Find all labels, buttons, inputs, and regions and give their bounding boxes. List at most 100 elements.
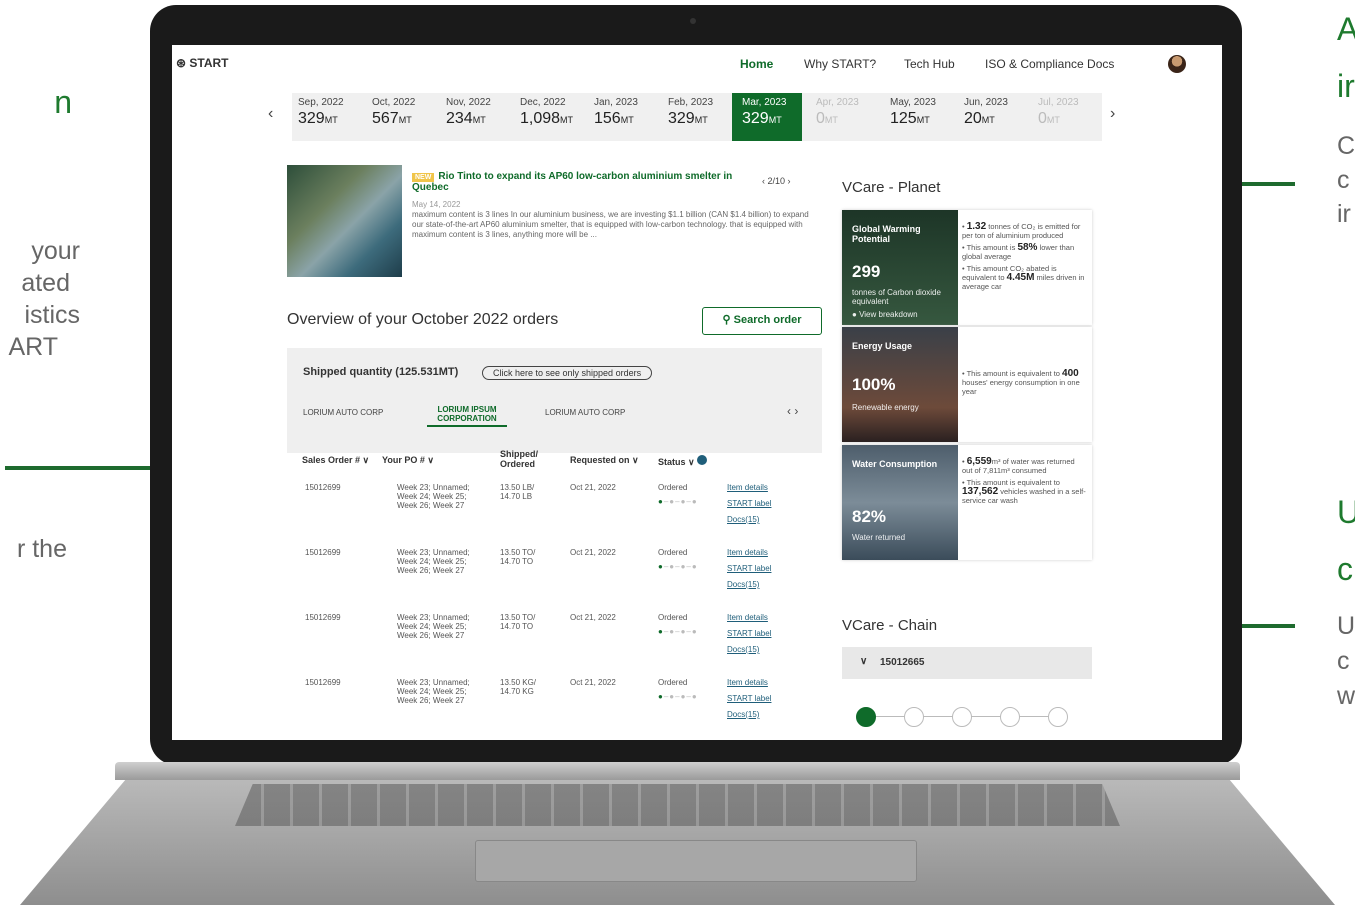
nav-why-start[interactable]: Why START? bbox=[804, 57, 876, 71]
top-nav: ⊛ START Home Why START? Tech Hub ISO & C… bbox=[172, 45, 1222, 85]
news-title[interactable]: NEW Rio Tinto to expand its AP60 low-carb… bbox=[412, 171, 752, 193]
left-annotation-line-3: istics bbox=[24, 301, 80, 329]
search-order-label: Search order bbox=[733, 314, 802, 326]
col-status[interactable]: Status ∨ bbox=[658, 455, 708, 468]
gwp-point-1: • 1.32 tonnes of CO₂ is emitted for per … bbox=[962, 221, 1081, 241]
touchpad bbox=[475, 840, 917, 882]
vcare-planet-title: VCare - Planet bbox=[842, 179, 941, 196]
col-requested[interactable]: Requested on ∨ bbox=[570, 455, 639, 466]
month-tile[interactable]: Jul, 2023 0MT bbox=[1038, 97, 1104, 137]
gwp-heading: Global Warming Potential bbox=[852, 224, 921, 244]
docs-link[interactable]: Docs(15) bbox=[727, 645, 759, 654]
news-title-text: Rio Tinto to expand its AP60 low-carbon … bbox=[412, 171, 733, 193]
news-pager[interactable]: ‹ 2/10 › bbox=[762, 176, 791, 186]
start-label-link[interactable]: START label bbox=[727, 629, 771, 638]
right-bottom-title-2: c bbox=[1337, 551, 1353, 587]
nav-home[interactable]: Home bbox=[740, 57, 773, 71]
months-prev-chevron-icon[interactable]: ‹ bbox=[268, 105, 273, 123]
docs-link[interactable]: Docs(15) bbox=[727, 580, 759, 589]
search-order-button[interactable]: ⚲ Search order bbox=[702, 307, 822, 335]
month-label: Dec, 2022 bbox=[520, 97, 566, 108]
left-annotation-line-1: your bbox=[31, 237, 80, 265]
chain-order-header[interactable]: ∨ 15012665 bbox=[842, 647, 1092, 679]
tab-customer-1[interactable]: LORIUM AUTO CORP bbox=[303, 408, 383, 417]
month-unit: MT bbox=[768, 115, 782, 125]
tab-customer-3[interactable]: LORIUM AUTO CORP bbox=[545, 408, 625, 417]
search-icon: ⚲ bbox=[722, 314, 731, 326]
status-dot-active: ● bbox=[658, 562, 664, 571]
month-tile[interactable]: Jun, 2023 20MT bbox=[964, 97, 1030, 137]
item-details-link[interactable]: Item details bbox=[727, 678, 768, 687]
docs-link[interactable]: Docs(15) bbox=[727, 710, 759, 719]
month-tile[interactable]: Oct, 2022 567MT bbox=[372, 97, 438, 137]
item-details-link[interactable]: Item details bbox=[727, 548, 768, 557]
nav-tech-hub[interactable]: Tech Hub bbox=[904, 57, 955, 71]
item-details-link[interactable]: Item details bbox=[727, 483, 768, 492]
chain-step-globe-icon[interactable] bbox=[952, 707, 972, 727]
view-breakdown-link[interactable]: ● View breakdown bbox=[852, 310, 947, 319]
status-progress: ●–●–●–● bbox=[658, 562, 698, 571]
tab-customer-2[interactable]: LORIUM IPSUM CORPORATION bbox=[427, 405, 507, 427]
start-label-link[interactable]: START label bbox=[727, 564, 771, 573]
docs-link[interactable]: Docs(15) bbox=[727, 515, 759, 524]
month-amount: 329 bbox=[668, 110, 695, 127]
month-tile[interactable]: Sep, 2022 329MT bbox=[298, 97, 364, 137]
month-tile[interactable]: Nov, 2022 234MT bbox=[446, 97, 512, 137]
month-unit: MT bbox=[324, 115, 338, 125]
status-progress: ●–●–●–● bbox=[658, 497, 698, 506]
start-label-link[interactable]: START label bbox=[727, 499, 771, 508]
status-cell: Ordered bbox=[658, 483, 688, 492]
tabs-nav-chevron-icon[interactable]: ‹ › bbox=[787, 404, 798, 418]
chain-step-person-icon[interactable] bbox=[1048, 707, 1068, 727]
month-value: 125MT bbox=[890, 110, 956, 128]
right-bottom-desc-3: w bbox=[1337, 682, 1355, 710]
start-logo[interactable]: ⊛ START bbox=[176, 56, 229, 70]
col-shipped-ordered: Shipped/ Ordered bbox=[500, 449, 538, 469]
month-value: 329MT bbox=[742, 110, 802, 128]
month-tile[interactable]: May, 2023 125MT bbox=[890, 97, 956, 137]
month-selector: Sep, 2022 329MT Oct, 2022 567MT Nov, 2022 234… bbox=[292, 93, 1102, 141]
po-cell: Week 23; Unnamed; Week 24; Week 25; Week… bbox=[397, 548, 470, 575]
chain-step-truck-icon[interactable] bbox=[1000, 707, 1020, 727]
month-label: Jan, 2023 bbox=[594, 97, 638, 108]
month-unit: MT bbox=[916, 115, 930, 125]
col-po[interactable]: Your PO # ∨ bbox=[382, 455, 434, 466]
col-status-label: Status bbox=[658, 457, 686, 467]
energy-unit: Renewable energy bbox=[852, 403, 919, 412]
chain-step-factory-icon[interactable] bbox=[904, 707, 924, 727]
nav-iso-docs[interactable]: ISO & Compliance Docs bbox=[985, 57, 1114, 71]
avatar[interactable] bbox=[1168, 55, 1186, 73]
month-unit: MT bbox=[824, 115, 838, 125]
info-icon[interactable] bbox=[697, 455, 708, 465]
month-tile[interactable]: Feb, 2023 329MT bbox=[668, 97, 734, 137]
col-sales-order[interactable]: Sales Order # ∨ bbox=[302, 455, 369, 466]
item-details-link[interactable]: Item details bbox=[727, 613, 768, 622]
status-cell: Ordered bbox=[658, 613, 688, 622]
sales-order-cell: 15012699 bbox=[305, 483, 341, 492]
month-tile[interactable]: Jan, 2023 156MT bbox=[594, 97, 660, 137]
right-top-desc-3: ir bbox=[1337, 200, 1351, 228]
chain-step-ship-icon[interactable] bbox=[856, 707, 876, 727]
orders-summary: Shipped quantity (125.531MT) Click here … bbox=[287, 348, 822, 453]
month-tile[interactable]: Apr, 2023 0MT bbox=[816, 97, 882, 137]
month-tile[interactable]: Dec, 2022 1,098MT bbox=[520, 97, 586, 137]
month-label: Jul, 2023 bbox=[1038, 97, 1079, 108]
months-next-chevron-icon[interactable]: › bbox=[1110, 105, 1115, 123]
sales-order-cell: 15012699 bbox=[305, 613, 341, 622]
month-value: 0MT bbox=[816, 110, 882, 128]
gwp-point-2: • This amount is 58% lower than global a… bbox=[962, 242, 1075, 262]
month-amount: 234 bbox=[446, 110, 473, 127]
month-label: Mar, 2023 bbox=[742, 97, 787, 108]
month-unit: MT bbox=[398, 115, 412, 125]
month-tile[interactable]: Mar, 2023 329MT bbox=[732, 93, 802, 141]
shipped-filter-button[interactable]: Click here to see only shipped orders bbox=[482, 366, 653, 380]
month-label: Feb, 2023 bbox=[668, 97, 714, 108]
month-amount: 1,098 bbox=[520, 110, 561, 127]
news-date: May 14, 2022 bbox=[412, 200, 461, 209]
month-amount: 156 bbox=[594, 110, 621, 127]
start-label-link[interactable]: START label bbox=[727, 694, 771, 703]
status-dot-active: ● bbox=[658, 627, 664, 636]
left-annotation-heading: n bbox=[54, 84, 72, 120]
month-label: Jun, 2023 bbox=[964, 97, 1008, 108]
month-value: 20MT bbox=[964, 110, 1030, 128]
